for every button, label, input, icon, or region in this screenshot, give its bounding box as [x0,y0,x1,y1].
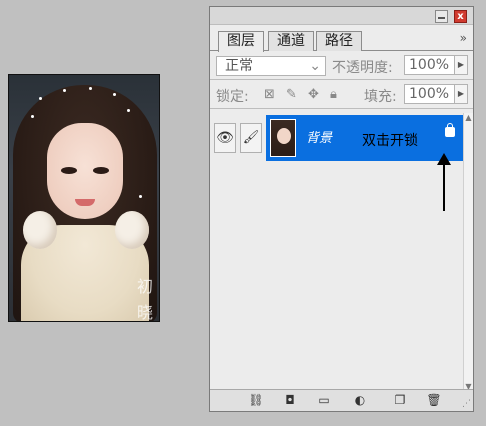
delete-layer-icon[interactable]: 🗑︎ [426,393,442,407]
panel-menu-button[interactable]: » [460,31,467,45]
panel-bottom-bar: ⛓ ◘ ▭ ◐ ❐ 🗑︎ ⋰ [210,389,473,411]
fill-label: 填充: [364,89,397,105]
close-button[interactable]: x [454,10,467,23]
arrow-up-icon [437,153,451,211]
snow-dot [89,87,92,90]
layers-list: 👁︎ 🖌︎ 背景 双击开锁 [210,113,465,391]
snow-dot [63,89,66,92]
add-mask-icon[interactable]: ◘ [282,393,298,407]
opacity-label: 不透明度: [332,60,393,76]
new-layer-icon[interactable]: ❐ [392,393,408,407]
layer-name[interactable]: 背景 [306,127,332,146]
watermark-char: 晓 [137,303,154,322]
snow-dot [39,97,42,100]
new-group-icon[interactable]: ▭ [316,393,332,407]
layer-thumbnail [270,119,296,157]
snow-dot [31,115,34,118]
lock-position-icon[interactable]: ✥ [308,87,319,102]
opacity-input[interactable]: 100% [404,55,456,75]
lock-all-icon[interactable]: 🔒︎ [330,87,337,102]
minimize-button[interactable] [435,10,448,23]
snow-dot [127,109,130,112]
divider [210,108,473,109]
tab-channels[interactable]: 通道 [268,31,314,51]
brush-icon: 🖌︎ [240,123,262,153]
preview-photo: 初 晓 [8,74,160,322]
layers-panel: x 图层 通道 路径 » 正常 ⌄ 不透明度: 100% ▶ 锁定: ⊠ ✎ ✥… [209,6,474,412]
blend-mode-select[interactable]: 正常 ⌄ [216,56,326,76]
layers-scrollbar[interactable]: ▲ ▼ [463,113,473,391]
layer-selected[interactable]: 背景 双击开锁 [266,115,465,161]
fill-stepper[interactable]: ▶ [454,84,468,104]
snow-dot [139,195,142,198]
fill-input[interactable]: 100% [404,84,456,104]
tab-paths[interactable]: 路径 [316,31,362,51]
lock-label: 锁定: [216,89,249,105]
hint-text: 双击开锁 [362,133,418,149]
resize-grip-icon[interactable]: ⋰ [462,399,471,409]
lock-pixels-icon[interactable]: ✎ [286,87,297,102]
watermark-char: 初 [137,277,154,296]
panel-tabs: 图层 通道 路径 » [210,25,473,52]
blend-row: 正常 ⌄ 不透明度: 100% ▶ [210,51,473,79]
chevron-up-icon[interactable]: ▲ [464,113,473,122]
tab-layers[interactable]: 图层 [218,31,264,52]
left-earmuff [23,211,57,249]
snow-dot [113,93,116,96]
opacity-stepper[interactable]: ▶ [454,55,468,75]
lock-row: 锁定: ⊠ ✎ ✥ 🔒︎ 填充: 100% ▶ [210,80,473,108]
layer-row[interactable]: 👁︎ 🖌︎ 背景 双击开锁 [210,113,465,163]
right-earmuff [115,211,149,249]
right-eye [93,167,109,174]
adjustment-layer-icon[interactable]: ◐ [352,393,368,407]
lock-transparent-icon[interactable]: ⊠ [264,87,275,102]
lock-icon[interactable] [445,123,455,137]
eye-icon[interactable]: 👁︎ [214,123,236,153]
chevron-down-icon: ⌄ [309,58,321,74]
blend-mode-value: 正常 [225,58,253,74]
left-eye [61,167,77,174]
panel-titlebar[interactable]: x [210,7,473,25]
link-layers-icon[interactable]: ⛓ [248,393,264,407]
